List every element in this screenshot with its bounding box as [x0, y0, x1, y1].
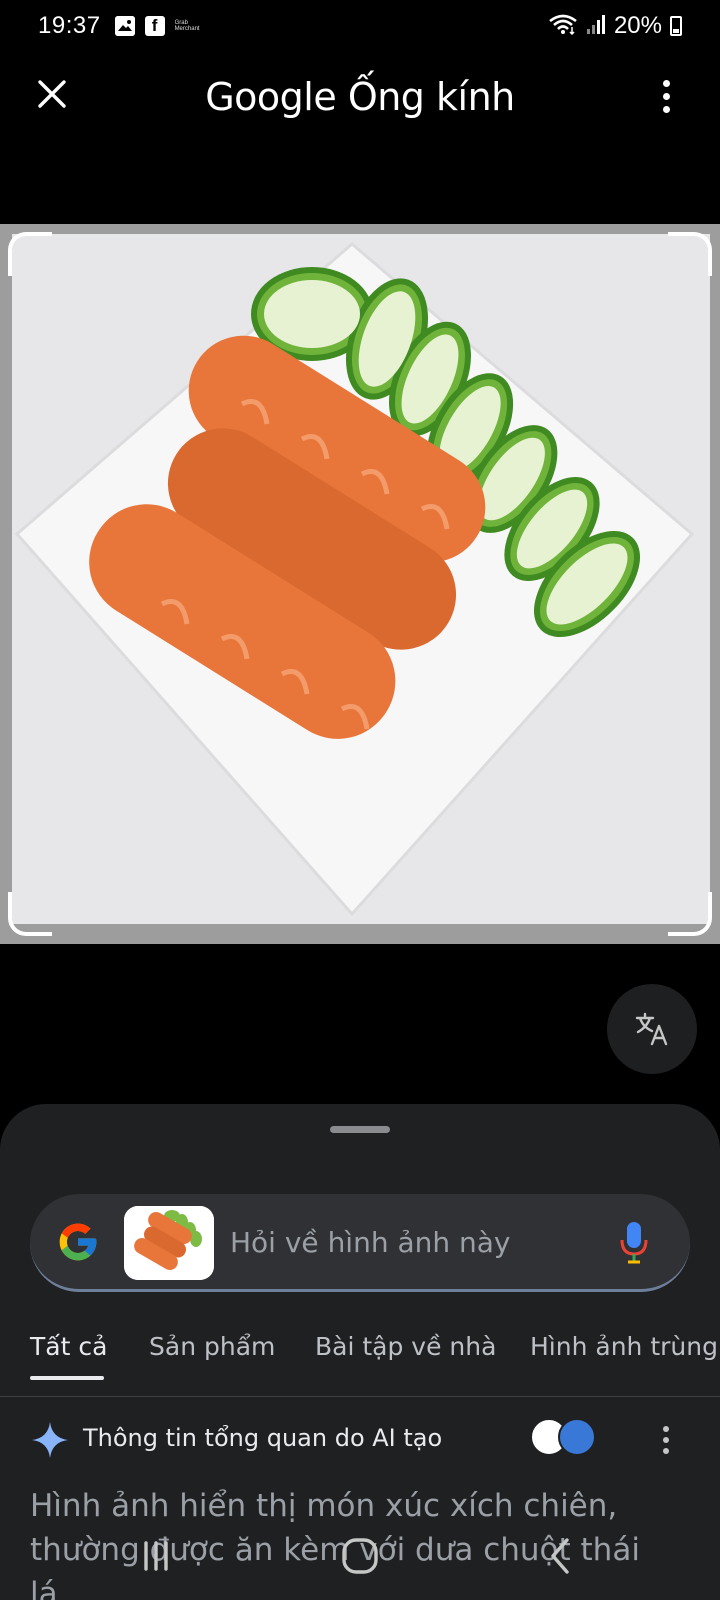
status-bar: 19:37 f Grab Merchant 20% — [0, 0, 720, 52]
source-avatars[interactable] — [530, 1418, 600, 1458]
translate-button[interactable] — [607, 984, 697, 1074]
mic-icon[interactable] — [618, 1220, 650, 1264]
source-avatar — [558, 1418, 596, 1456]
search-input[interactable]: Hỏi về hình ảnh này — [230, 1226, 511, 1259]
translate-icon — [635, 1012, 668, 1046]
tab-visual-matches[interactable]: Hình ảnh trùng k — [530, 1332, 720, 1361]
system-icons: 20% — [548, 12, 682, 40]
crop-handle-top-right[interactable] — [668, 232, 712, 276]
home-button[interactable] — [330, 1532, 390, 1580]
result-tabs: Tất cả Sản phẩm Bài tập về nhà Hình ảnh … — [0, 1324, 720, 1384]
image-crop-area[interactable] — [0, 224, 720, 944]
crop-handle-top-left[interactable] — [8, 232, 52, 276]
ai-overview-header: Thông tin tổng quan do AI tạo — [0, 1400, 720, 1480]
page-title: Google Ống kính — [205, 75, 515, 119]
battery-icon — [670, 16, 682, 36]
facebook-icon: f — [144, 16, 165, 36]
gallery-icon — [114, 16, 135, 36]
grab-merchant-icon: Grab Merchant — [174, 20, 200, 32]
google-g-icon — [59, 1223, 97, 1261]
crop-handle-bottom-right[interactable] — [668, 892, 712, 936]
tab-products[interactable]: Sản phẩm — [149, 1332, 275, 1361]
selected-photo — [12, 234, 710, 924]
ai-overview-more-button[interactable] — [656, 1420, 676, 1460]
notification-icons: f Grab Merchant — [114, 16, 200, 36]
drag-handle[interactable] — [330, 1126, 390, 1133]
recents-button[interactable] — [126, 1532, 186, 1580]
tab-all[interactable]: Tất cả — [30, 1332, 107, 1361]
more-vert-icon — [662, 79, 670, 87]
active-tab-indicator — [30, 1376, 104, 1380]
recents-icon — [144, 1541, 168, 1571]
crop-handle-bottom-left[interactable] — [8, 892, 52, 936]
back-button[interactable] — [530, 1532, 590, 1580]
divider — [0, 1396, 720, 1397]
ai-sparkle-icon — [32, 1422, 68, 1458]
home-icon — [342, 1538, 378, 1574]
app-bar: Google Ống kính — [0, 60, 720, 134]
more-vert-icon — [663, 1426, 669, 1432]
battery-percent: 20% — [613, 12, 662, 39]
system-navigation-bar — [0, 1510, 720, 1600]
signal-icon — [586, 13, 606, 40]
close-icon — [38, 80, 66, 108]
close-button[interactable] — [28, 70, 76, 118]
search-bar[interactable]: Hỏi về hình ảnh này — [30, 1194, 690, 1292]
back-icon — [551, 1538, 569, 1574]
status-time: 19:37 — [38, 12, 101, 39]
more-options-button[interactable] — [654, 72, 678, 120]
wifi-icon — [548, 13, 578, 40]
image-thumbnail[interactable] — [124, 1206, 214, 1280]
tab-homework[interactable]: Bài tập về nhà — [315, 1332, 496, 1361]
ai-overview-title: Thông tin tổng quan do AI tạo — [83, 1424, 443, 1452]
